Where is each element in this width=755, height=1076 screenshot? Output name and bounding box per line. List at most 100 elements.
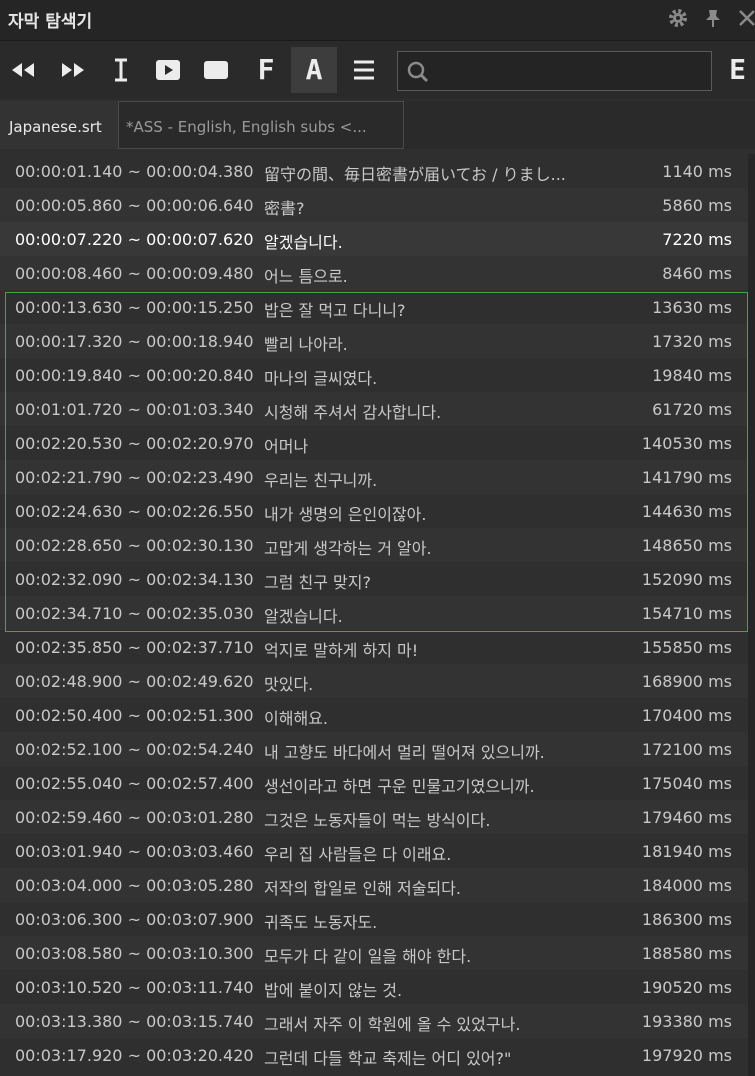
play-button[interactable] (145, 47, 191, 93)
subtitle-time: 00:02:59.460 ~ 00:03:01.280 (15, 808, 254, 827)
subtitle-row[interactable]: 00:00:01.140 ~ 00:00:04.380 留守の間、毎日密書が届いて… (0, 154, 748, 188)
fast-forward-button[interactable] (50, 47, 96, 93)
subtitle-ms: 172100 ms (641, 740, 732, 759)
subtitle-ms: 184000 ms (641, 876, 732, 895)
a-button[interactable]: A (291, 47, 337, 93)
rewind-button[interactable] (0, 47, 46, 93)
subtitle-row[interactable]: 00:03:04.000 ~ 00:03:05.280 저작의 합일로 인해 저술… (0, 868, 748, 902)
subtitle-ms: 140530 ms (641, 434, 732, 453)
subtitle-text: 저작의 합일로 인해 저술되다. (264, 879, 461, 898)
subtitle-text: 귀족도 노동자도. (264, 913, 378, 932)
window-title: 자막 탐색기 (8, 12, 93, 32)
e-button[interactable]: E (720, 47, 755, 93)
subtitle-time: 00:00:13.630 ~ 00:00:15.250 (15, 298, 254, 317)
stop-button[interactable] (193, 47, 239, 93)
subtitle-ms: 170400 ms (641, 706, 732, 725)
subtitle-text: 알겠습니다. (264, 607, 343, 626)
subtitle-row[interactable]: 00:03:08.580 ~ 00:03:10.300 모두가 다 같이 일을 해… (0, 936, 748, 970)
search-input[interactable] (434, 56, 708, 88)
subtitle-list: 00:00:01.140 ~ 00:00:04.380 留守の間、毎日密書が届いて… (0, 154, 748, 1072)
subtitle-text: 마나의 글씨였다. (264, 369, 378, 388)
subtitle-row[interactable]: 00:03:06.300 ~ 00:03:07.900 귀족도 노동자도. 1863… (0, 902, 748, 936)
subtitle-ms: 148650 ms (641, 536, 732, 555)
subtitle-text: 그것은 노동자들이 먹는 방식이다. (264, 811, 491, 830)
subtitle-time: 00:02:32.090 ~ 00:02:34.130 (15, 570, 254, 589)
subtitle-text: 이해해요. (264, 709, 328, 728)
subtitle-row[interactable]: 00:02:20.530 ~ 00:02:20.970 어머나 140530 ms (0, 426, 748, 460)
subtitle-text: 억지로 말하게 하지 마! (264, 641, 419, 660)
subtitle-row[interactable]: 00:02:28.650 ~ 00:02:30.130 고맙게 생각하는 거 알아… (0, 528, 748, 562)
subtitle-row[interactable]: 00:00:19.840 ~ 00:00:20.840 마나의 글씨였다. 1984… (0, 358, 748, 392)
subtitle-text: 그럼 친구 맞지? (264, 573, 371, 592)
search-box[interactable] (397, 51, 712, 91)
subtitle-row[interactable]: 00:00:08.460 ~ 00:00:09.480 어느 틈으로. 8460 m… (0, 256, 748, 290)
subtitle-row[interactable]: 00:03:13.380 ~ 00:03:15.740 그래서 자주 이 학원에 … (0, 1004, 748, 1038)
tab-ass-english[interactable]: *ASS - English, English subs <... (118, 101, 404, 149)
subtitle-text: 留守の間、毎日密書が届いてお / りまし... (264, 165, 566, 184)
subtitle-ms: 152090 ms (641, 570, 732, 589)
close-icon[interactable] (735, 6, 755, 30)
subtitle-ms: 17320 ms (652, 332, 732, 351)
subtitle-time: 00:02:28.650 ~ 00:02:30.130 (15, 536, 254, 555)
subtitle-row[interactable]: 00:02:21.790 ~ 00:02:23.490 우리는 친구니까. 1417… (0, 460, 748, 494)
subtitle-row[interactable]: 00:02:32.090 ~ 00:02:34.130 그럼 친구 맞지? 1520… (0, 562, 748, 596)
search-icon (407, 61, 429, 83)
subtitle-ms: 188580 ms (641, 944, 732, 963)
subtitle-time: 00:00:07.220 ~ 00:00:07.620 (15, 230, 254, 249)
pin-icon[interactable] (701, 6, 725, 30)
subtitle-row[interactable]: 00:02:48.900 ~ 00:02:49.620 맛있다. 168900 ms (0, 664, 748, 698)
subtitle-ms: 13630 ms (652, 298, 732, 317)
subtitle-time: 00:02:55.040 ~ 00:02:57.400 (15, 774, 254, 793)
subtitle-ms: 141790 ms (641, 468, 732, 487)
subtitle-row[interactable]: 00:00:17.320 ~ 00:00:18.940 빨리 나아라. 17320 … (0, 324, 748, 358)
tab-japanese-srt[interactable]: Japanese.srt (0, 101, 118, 149)
text-cursor-icon (115, 58, 127, 82)
subtitle-text: 어머나 (264, 437, 309, 456)
menu-button[interactable] (341, 47, 387, 93)
subtitle-row[interactable]: 00:02:59.460 ~ 00:03:01.280 그것은 노동자들이 먹는 … (0, 800, 748, 834)
subtitle-time: 00:02:24.630 ~ 00:02:26.550 (15, 502, 254, 521)
subtitle-ms: 61720 ms (652, 400, 732, 419)
a-label: A (305, 53, 323, 86)
subtitle-text: 빨리 나아라. (264, 335, 348, 354)
subtitle-row[interactable]: 00:03:01.940 ~ 00:03:03.460 우리 집 사람들은 다 이… (0, 834, 748, 868)
subtitle-text: 내가 생명의 은인이잖아. (264, 505, 427, 524)
subtitle-time: 00:02:48.900 ~ 00:02:49.620 (15, 672, 254, 691)
subtitle-ms: 19840 ms (652, 366, 732, 385)
subtitle-row[interactable]: 00:03:17.920 ~ 00:03:20.420 그런데 다들 학교 축제는… (0, 1038, 748, 1072)
subtitle-time: 00:03:01.940 ~ 00:03:03.460 (15, 842, 254, 861)
subtitle-row[interactable]: 00:02:24.630 ~ 00:02:26.550 내가 생명의 은인이잖아.… (0, 494, 748, 528)
subtitle-time: 00:01:01.720 ~ 00:01:03.340 (15, 400, 254, 419)
subtitle-row[interactable]: 00:02:34.710 ~ 00:02:35.030 알겠습니다. 154710 … (0, 596, 748, 630)
subtitle-time: 00:03:08.580 ~ 00:03:10.300 (15, 944, 254, 963)
subtitle-row[interactable]: 00:00:13.630 ~ 00:00:15.250 밥은 잘 먹고 다니니? 1… (0, 290, 748, 324)
subtitle-row[interactable]: 00:01:01.720 ~ 00:01:03.340 시청해 주셔서 감사합니다… (0, 392, 748, 426)
subtitle-text: 그런데 다들 학교 축제는 어디 있어?" (264, 1049, 512, 1068)
subtitle-time: 00:03:06.300 ~ 00:03:07.900 (15, 910, 254, 929)
subtitle-ms: 155850 ms (641, 638, 732, 657)
f-button[interactable]: F (243, 47, 289, 93)
subtitle-row[interactable]: 00:02:55.040 ~ 00:02:57.400 생선이라고 하면 구운 민… (0, 766, 748, 800)
scrollbar[interactable] (748, 154, 755, 1076)
subtitle-row[interactable]: 00:02:52.100 ~ 00:02:54.240 내 고향도 바다에서 멀리… (0, 732, 748, 766)
subtitle-row[interactable]: 00:02:35.850 ~ 00:02:37.710 억지로 말하게 하지 마!… (0, 630, 748, 664)
subtitle-text: 우리 집 사람들은 다 이래요. (264, 845, 452, 864)
subtitle-time: 00:02:21.790 ~ 00:02:23.490 (15, 468, 254, 487)
text-cursor-button[interactable] (98, 47, 144, 93)
gear-icon[interactable] (666, 6, 690, 30)
subtitle-text: 그래서 자주 이 학원에 올 수 있었구나. (264, 1015, 521, 1034)
subtitle-time: 00:02:20.530 ~ 00:02:20.970 (15, 434, 254, 453)
subtitle-time: 00:03:04.000 ~ 00:03:05.280 (15, 876, 254, 895)
subtitle-row[interactable]: 00:03:10.520 ~ 00:03:11.740 밥에 붙이지 않는 것. 1… (0, 970, 748, 1004)
hamburger-icon (354, 60, 374, 80)
subtitle-text: 어느 틈으로. (264, 267, 348, 286)
subtitle-text: 내 고향도 바다에서 멀리 떨어져 있으니까. (264, 743, 545, 762)
title-bar: 자막 탐색기 (0, 0, 755, 41)
subtitle-row[interactable]: 00:00:07.220 ~ 00:00:07.620 알겠습니다. 7220 ms (0, 222, 748, 256)
subtitle-ms: 1140 ms (662, 162, 732, 181)
subtitle-ms: 154710 ms (641, 604, 732, 623)
subtitle-ms: 186300 ms (641, 910, 732, 929)
subtitle-row[interactable]: 00:00:05.860 ~ 00:00:06.640 密書? 5860 ms (0, 188, 748, 222)
subtitle-text: 모두가 다 같이 일을 해야 한다. (264, 947, 472, 966)
subtitle-row[interactable]: 00:02:50.400 ~ 00:02:51.300 이해해요. 170400 m… (0, 698, 748, 732)
